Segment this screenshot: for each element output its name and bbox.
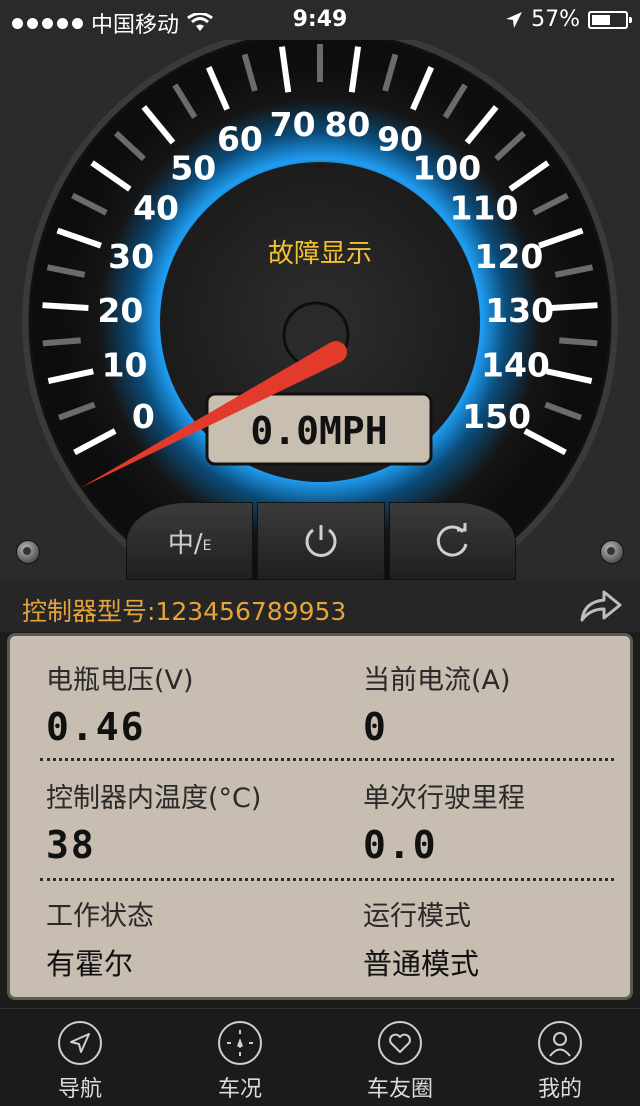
run-mode-label: 运行模式 [363,901,471,932]
current-label: 当前电流(A) [363,665,511,696]
tab-navigation[interactable]: 导航 [0,1009,160,1106]
refresh-icon [437,523,468,557]
power-button[interactable] [257,502,385,580]
speed-tick-label: 100 [412,148,481,187]
speed-tick-label: 10 [102,345,148,384]
language-main-label: 中/ [167,528,203,559]
status-panel: 电瓶电压(V) 0.46 当前电流(A) 0 控制器内温度(°C) 38 单次行… [7,633,633,1000]
tab-label: 车友圈 [366,1077,433,1102]
language-toggle-button[interactable]: 中/E [126,502,254,580]
current-value: 0 [363,705,388,749]
power-icon [305,525,337,557]
share-icon[interactable] [578,588,624,624]
trip-label: 单次行驶里程 [363,783,525,814]
refresh-button[interactable] [388,502,516,580]
temperature-value: 38 [46,823,96,867]
screw-right-icon [600,540,624,564]
speedometer-dial: 0102030405060 70 80 90100110120130140150 故障… [22,40,618,580]
battery-voltage: 电瓶电压(V) 0.46 [46,658,194,749]
tab-vehicle-status[interactable]: 车况 [160,1009,320,1106]
compass-icon [218,1021,262,1065]
speed-tick-label: 110 [450,188,519,227]
speedometer: 0 10 20 30 40 50 60 70 80 90 100 110 120 130 140 150 故障… [0,40,640,580]
heart-icon [378,1021,422,1065]
speed-tick-label: 40 [133,188,179,227]
speed-tick-label: 20 [97,291,143,330]
language-sub-label: E [202,538,212,554]
speed-readout: 0.0MPH [250,409,387,453]
battery-voltage-value: 0.46 [46,705,146,749]
battery-percent: 57% [531,7,580,32]
needle-cap [325,341,347,363]
speed-tick-label: 50 [170,148,216,187]
battery-voltage-label: 电瓶电压(V) [46,665,194,696]
major-tick [42,302,89,311]
speed-tick-label: 130 [485,291,554,330]
work-status-value: 有霍尔 [46,947,134,981]
speed-tick-label: 150 [462,397,531,436]
tab-label: 我的 [537,1077,582,1102]
tab-bar: 导航 车况 车友圈 我的 [0,1008,640,1106]
minor-tick [559,337,598,347]
speed-tick-label: 0 [132,397,155,436]
navigation-icon [58,1021,102,1065]
controller-temperature: 控制器内温度(°C) 38 [46,776,261,867]
user-icon [538,1021,582,1065]
work-status-label: 工作状态 [46,901,154,932]
speed-tick-label: 70 [270,105,316,144]
screw-left-icon [16,540,40,564]
divider [40,758,614,761]
speed-tick-label: 30 [108,237,154,276]
work-status: 工作状态 有霍尔 [46,894,154,983]
tab-rider-circle[interactable]: 车友圈 [320,1009,480,1106]
tab-label: 导航 [57,1077,102,1102]
minor-tick [42,337,81,347]
fault-display-title: 故障显示 [268,239,372,269]
divider [40,878,614,881]
speed-tick-label: 140 [481,345,550,384]
trip-distance: 单次行驶里程 0.0 [363,776,525,867]
controller-row: 控制器型号:123456789953 [0,580,640,632]
speed-tick-label: 120 [474,237,543,276]
major-tick [551,302,598,311]
temperature-label: 控制器内温度(°C) [46,783,262,814]
speed-tick-label: 80 [324,105,370,144]
tab-label: 车况 [217,1077,262,1102]
status-bar: 中国移动 9:49 57% [0,0,640,40]
current: 当前电流(A) 0 [363,658,511,749]
battery-icon [588,10,632,29]
location-arrow-icon [506,11,523,28]
tab-mine[interactable]: 我的 [480,1009,640,1106]
control-buttons: 中/E [126,502,516,580]
speed-tick-label: 60 [217,120,263,159]
run-mode-value: 普通模式 [363,947,480,981]
run-mode: 运行模式 普通模式 [363,894,479,983]
trip-value: 0.0 [363,823,438,867]
controller-model: 控制器型号:123456789953 [22,597,347,626]
